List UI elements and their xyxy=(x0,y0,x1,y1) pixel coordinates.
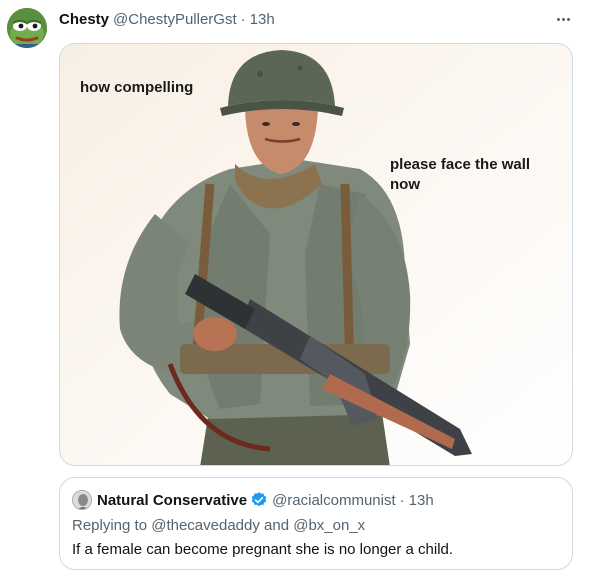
quoted-tweet-timestamp[interactable]: 13h xyxy=(409,492,434,509)
replying-to-label: Replying to xyxy=(72,517,148,534)
soldier-illustration-image xyxy=(60,44,572,465)
reply-mention-2[interactable]: @bx_on_x xyxy=(293,517,365,534)
author-avatar[interactable] xyxy=(7,8,47,48)
tweet-header: Chesty @ChestyPullerGst · 13h xyxy=(59,9,275,29)
replying-to-line: Replying to @thecavedaddy and @bx_on_x xyxy=(72,517,365,534)
media-caption-right: please face the wall now xyxy=(390,156,531,193)
reply-mention-1[interactable]: @thecavedaddy xyxy=(151,517,260,534)
quoted-tweet-header: Natural Conservative @racialcommunist · … xyxy=(72,490,434,510)
separator-dot: · xyxy=(240,10,246,28)
pepe-frog-icon xyxy=(7,8,47,48)
tweet[interactable]: Chesty @ChestyPullerGst · 13h how compel… xyxy=(0,0,595,582)
quoted-author-handle[interactable]: @racialcommunist xyxy=(272,492,396,509)
quoted-author-avatar[interactable] xyxy=(72,490,92,510)
statue-avatar-icon xyxy=(73,491,91,509)
quoted-author-display-name[interactable]: Natural Conservative xyxy=(97,492,247,509)
quoted-separator-dot: · xyxy=(399,491,405,509)
more-options-icon xyxy=(556,17,560,21)
media-caption-left: how compelling xyxy=(80,79,194,96)
author-handle[interactable]: @ChestyPullerGst xyxy=(113,11,237,28)
quoted-tweet[interactable]: Natural Conservative @racialcommunist · … xyxy=(59,477,573,570)
reply-conjunction: and xyxy=(264,517,290,534)
more-options-button[interactable] xyxy=(552,10,574,28)
tweet-timestamp[interactable]: 13h xyxy=(250,11,275,28)
author-display-name[interactable]: Chesty xyxy=(59,11,109,28)
verified-badge-icon xyxy=(251,492,267,507)
quoted-tweet-text: If a female can become pregnant she is n… xyxy=(72,541,454,558)
tweet-media-image[interactable]: how compelling please face the wall now xyxy=(59,43,573,466)
